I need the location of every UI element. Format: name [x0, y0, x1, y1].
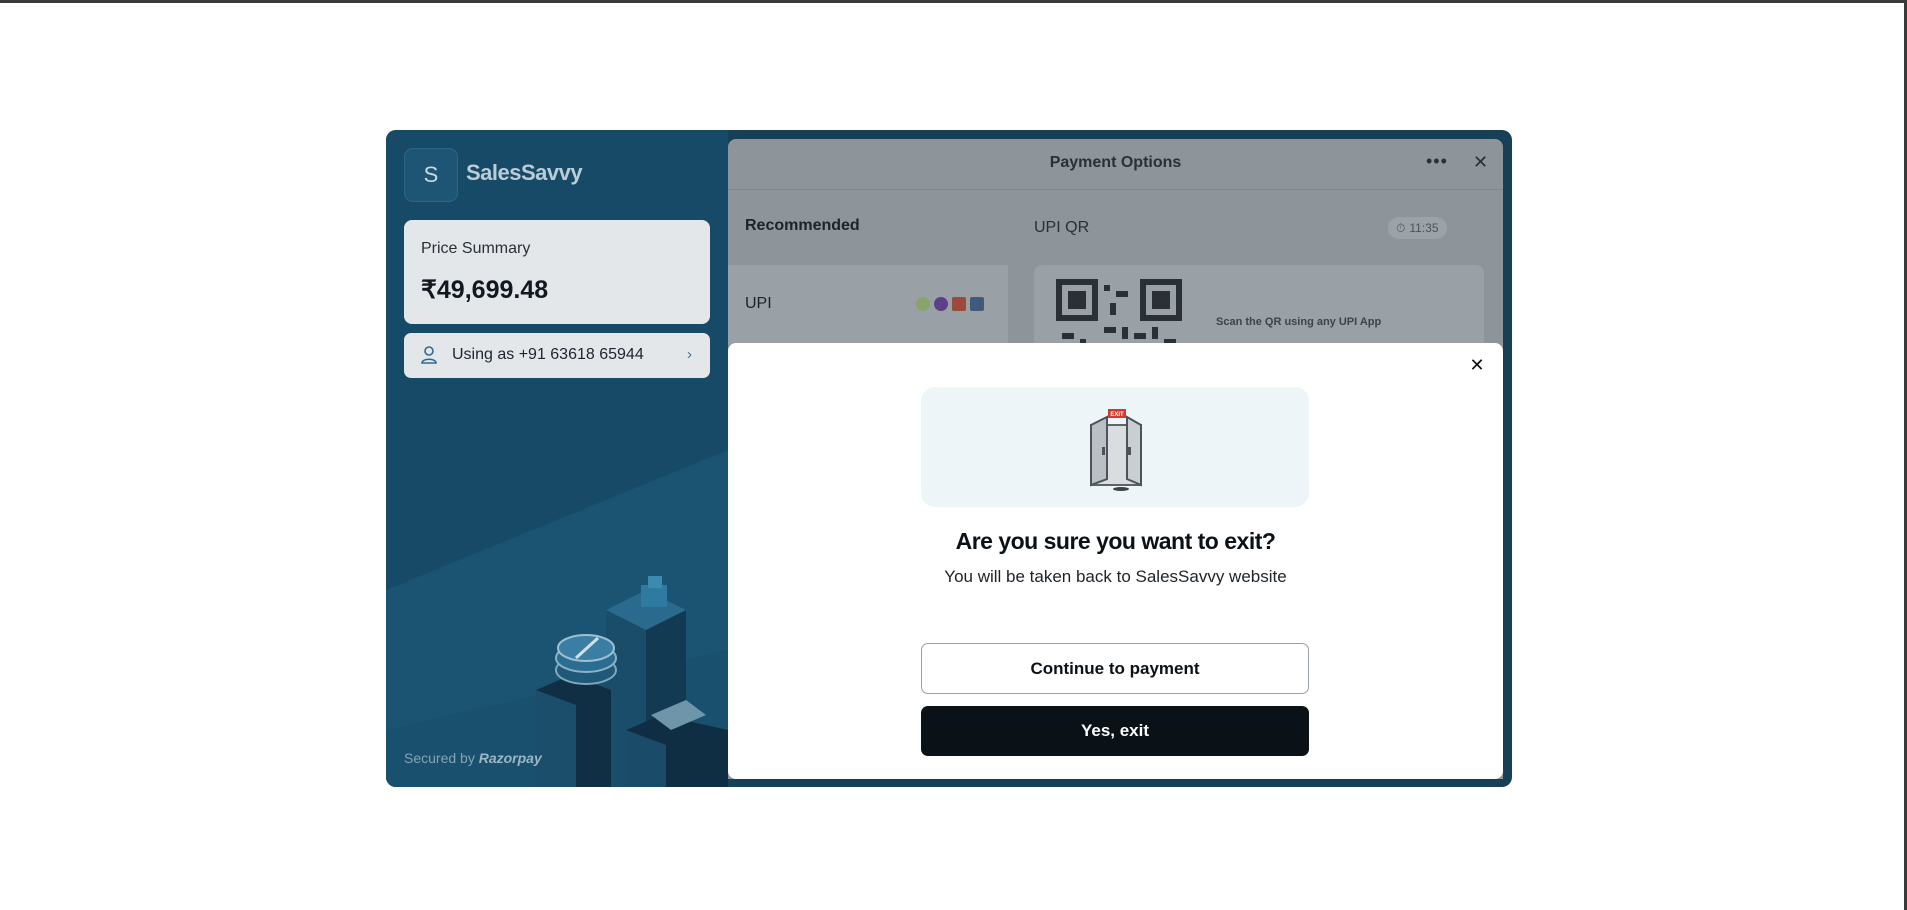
bhim-icon: [952, 297, 966, 311]
close-icon[interactable]: ✕: [1473, 152, 1488, 173]
scan-qr-instruction: Scan the QR using any UPI App: [1216, 316, 1382, 328]
merchant-logo: S: [404, 148, 458, 202]
chevron-right-icon: ›: [687, 346, 692, 363]
exit-confirmation-modal: ✕ EXIT Are you sure you want to exit? Yo…: [728, 343, 1503, 779]
upi-method-label: UPI: [745, 295, 772, 312]
brand-panel: S SalesSavvy Price Summary ₹49,699.48 Us…: [386, 130, 728, 787]
secured-by-footer: Secured by Razorpay: [404, 750, 542, 766]
price-summary-amount: ₹49,699.48: [421, 276, 549, 304]
timer-icon: ⏱: [1396, 220, 1406, 235]
merchant-logo-letter: S: [423, 162, 439, 187]
razorpay-logo: Razorpay: [478, 750, 542, 766]
exit-door-icon: EXIT: [1090, 409, 1142, 491]
exit-modal-subtext: You will be taken back to SalesSavvy web…: [944, 567, 1287, 586]
upi-app-icons: [916, 297, 984, 311]
yes-exit-button[interactable]: Yes, exit: [921, 706, 1309, 756]
user-contact-bar[interactable]: Using as +91 63618 65944 ›: [404, 333, 710, 378]
gpay-icon: [916, 297, 930, 311]
paytm-icon: [970, 297, 984, 311]
upi-qr-title: UPI QR: [1034, 219, 1090, 236]
secured-by-label: Secured by: [404, 750, 475, 766]
exit-illustration-box: EXIT: [921, 387, 1309, 507]
window-top-border: [0, 0, 1907, 3]
payment-panel-title: Payment Options: [1049, 154, 1182, 171]
upi-method-row[interactable]: UPI: [728, 265, 1008, 345]
user-icon: [421, 346, 437, 364]
merchant-name: SalesSavvy: [466, 160, 583, 185]
phonepe-icon: [934, 297, 948, 311]
modal-close-icon[interactable]: ✕: [1465, 353, 1489, 377]
price-summary-card: Price Summary ₹49,699.48: [404, 220, 710, 324]
payment-panel-header: Payment Options ••• ✕: [728, 139, 1503, 190]
recommended-heading: Recommended: [745, 217, 860, 234]
exit-modal-heading: Are you sure you want to exit?: [955, 528, 1276, 554]
qr-timer: ⏱ 11:35: [1388, 217, 1447, 239]
qr-timer-value: 11:35: [1409, 221, 1439, 235]
exit-sign-text: EXIT: [1110, 412, 1124, 418]
continue-to-payment-button[interactable]: Continue to payment: [921, 643, 1309, 694]
user-contact-text: Using as +91 63618 65944: [452, 346, 644, 363]
more-options-icon[interactable]: •••: [1426, 151, 1448, 172]
price-summary-label: Price Summary: [421, 240, 531, 257]
